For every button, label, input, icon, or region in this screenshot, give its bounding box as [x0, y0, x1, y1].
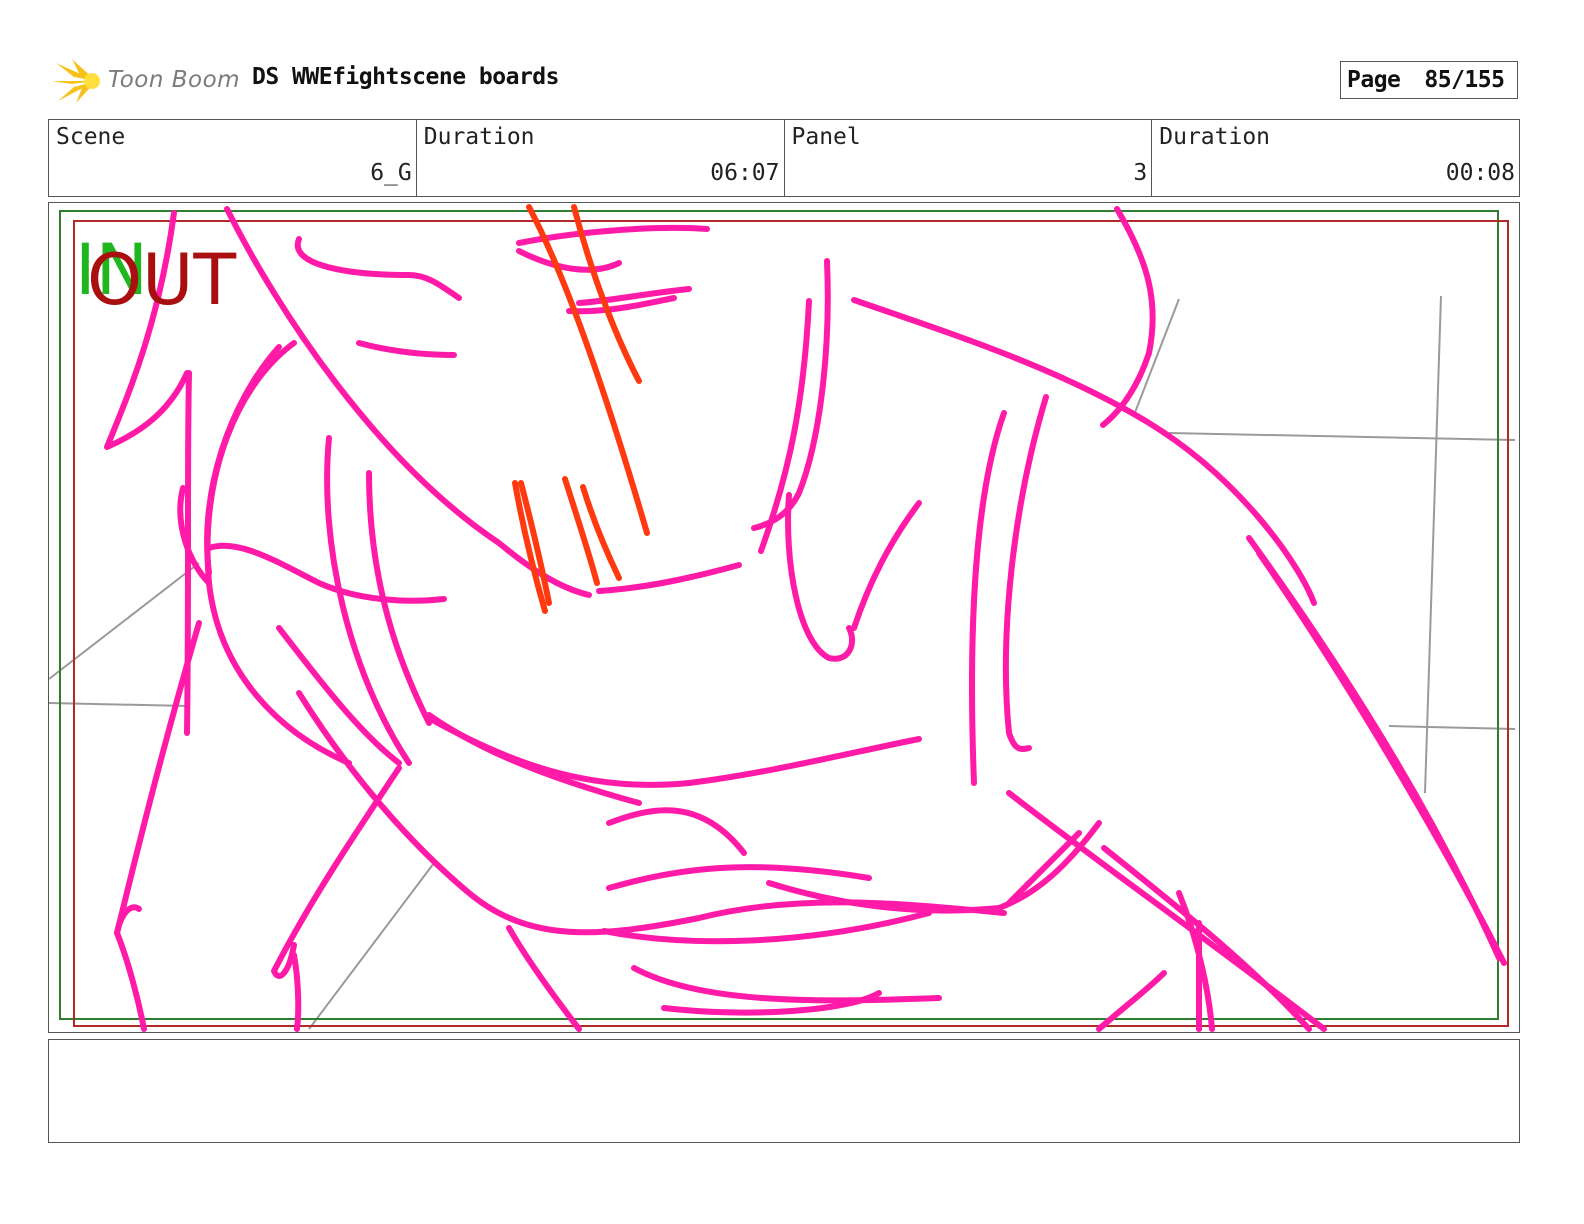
- starburst-logo-icon: [52, 59, 100, 103]
- scene-cell: Scene 6_G: [49, 120, 417, 196]
- panel-notes-box: [48, 1039, 1520, 1143]
- page-label: Page: [1347, 67, 1401, 93]
- panel-cell: Panel 3: [785, 120, 1153, 196]
- scene-value: 6_G: [370, 160, 412, 186]
- panel-sketch: [49, 204, 1516, 1032]
- storyboard-header: Toon Boom DS WWEfightscene boards Page 8…: [48, 55, 1520, 105]
- scene-duration-cell: Duration 06:07: [417, 120, 785, 196]
- character-sketch: [104, 206, 1507, 1032]
- page-indicator: Page 85/155: [1340, 61, 1518, 99]
- scene-duration-value: 06:07: [710, 160, 780, 186]
- panel-duration-value: 00:08: [1445, 160, 1515, 186]
- panel-duration-label: Duration: [1159, 124, 1271, 150]
- panel-info-row: Scene 6_G Duration 06:07 Panel 3 Duratio…: [48, 119, 1520, 197]
- scene-label: Scene: [56, 124, 126, 150]
- page-number: 85/155: [1424, 67, 1505, 93]
- safe-frame-green: [59, 210, 1499, 1020]
- panel-image: IN OUT: [48, 202, 1520, 1033]
- toon-boom-logo: Toon Boom: [52, 57, 242, 105]
- panel-label: Panel: [791, 124, 861, 150]
- scene-duration-label: Duration: [423, 124, 535, 150]
- project-title: DS WWEfightscene boards: [252, 64, 560, 90]
- out-marker: OUT: [87, 239, 237, 321]
- perspective-guides: [49, 295, 1516, 1030]
- panel-duration-cell: Duration 00:08: [1152, 120, 1519, 196]
- logo-text: Toon Boom: [108, 67, 241, 93]
- panel-value: 3: [1133, 160, 1148, 186]
